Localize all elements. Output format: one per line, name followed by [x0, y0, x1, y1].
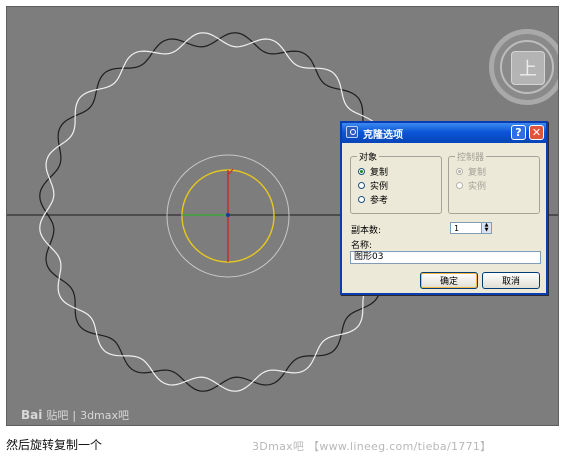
radio-object-reference[interactable]: 参考 [358, 193, 388, 206]
controller-group-legend: 控制器 [455, 150, 487, 163]
dialog-title: 克隆选项 [363, 130, 403, 141]
radio-dot[interactable] [358, 182, 365, 189]
radio-dot[interactable] [456, 168, 463, 175]
watermark-separator: | [72, 408, 77, 422]
radio-object-instance[interactable]: 实例 [358, 179, 388, 192]
clone-options-dialog[interactable]: 克隆选项 ? ✕ 对象 复制 实例 参考 控制器 复制 实例 副本数: 1 ▲ … [340, 121, 548, 295]
pivot-point [226, 213, 230, 217]
copies-spinner[interactable]: 1 ▲ ▼ [450, 222, 492, 234]
tieba-logo: 贴吧 [46, 409, 69, 422]
radio-dot[interactable] [358, 196, 365, 203]
radio-dot[interactable] [358, 168, 365, 175]
radio-label: 复制 [370, 168, 389, 178]
radio-controller-copy[interactable]: 复制 [456, 165, 486, 178]
dialog-titlebar[interactable]: 克隆选项 ? ✕ [342, 123, 546, 143]
radio-label: 参考 [370, 196, 389, 206]
ok-button[interactable]: 确定 [420, 272, 478, 289]
cancel-button[interactable]: 取消 [482, 272, 540, 289]
viewcube[interactable]: 上 [489, 29, 558, 105]
object-group: 对象 复制 实例 参考 [350, 150, 442, 214]
copies-label: 副本数: [351, 226, 382, 236]
help-button[interactable]: ? [511, 125, 526, 140]
close-button[interactable]: ✕ [529, 125, 544, 140]
name-field[interactable]: 图形03 [350, 251, 541, 264]
copies-value[interactable]: 1 [454, 223, 459, 234]
source-watermark: 3Dmax吧 【www.lineeg.com/tieba/1771】 [252, 440, 492, 453]
radio-label: 复制 [468, 168, 487, 178]
radio-object-copy[interactable]: 复制 [358, 165, 388, 178]
viewcube-top-face[interactable]: 上 [511, 51, 545, 85]
caption-text: 然后旋转复制一个 [6, 438, 103, 452]
baidu-logo: Bai [21, 408, 43, 422]
controller-group: 控制器 复制 实例 [448, 150, 540, 214]
baidu-watermark: Bai 贴吧 | 3dmax吧 [21, 407, 129, 423]
radio-label: 实例 [468, 182, 487, 192]
radio-controller-instance[interactable]: 实例 [456, 179, 486, 192]
spinner-arrows-icon[interactable]: ▲ ▼ [481, 223, 491, 233]
app-icon [346, 126, 358, 138]
object-group-legend: 对象 [357, 150, 380, 163]
name-label: 名称: [351, 241, 373, 251]
forum-name: 3dmax吧 [80, 409, 130, 422]
radio-dot[interactable] [456, 182, 463, 189]
radio-label: 实例 [370, 182, 389, 192]
